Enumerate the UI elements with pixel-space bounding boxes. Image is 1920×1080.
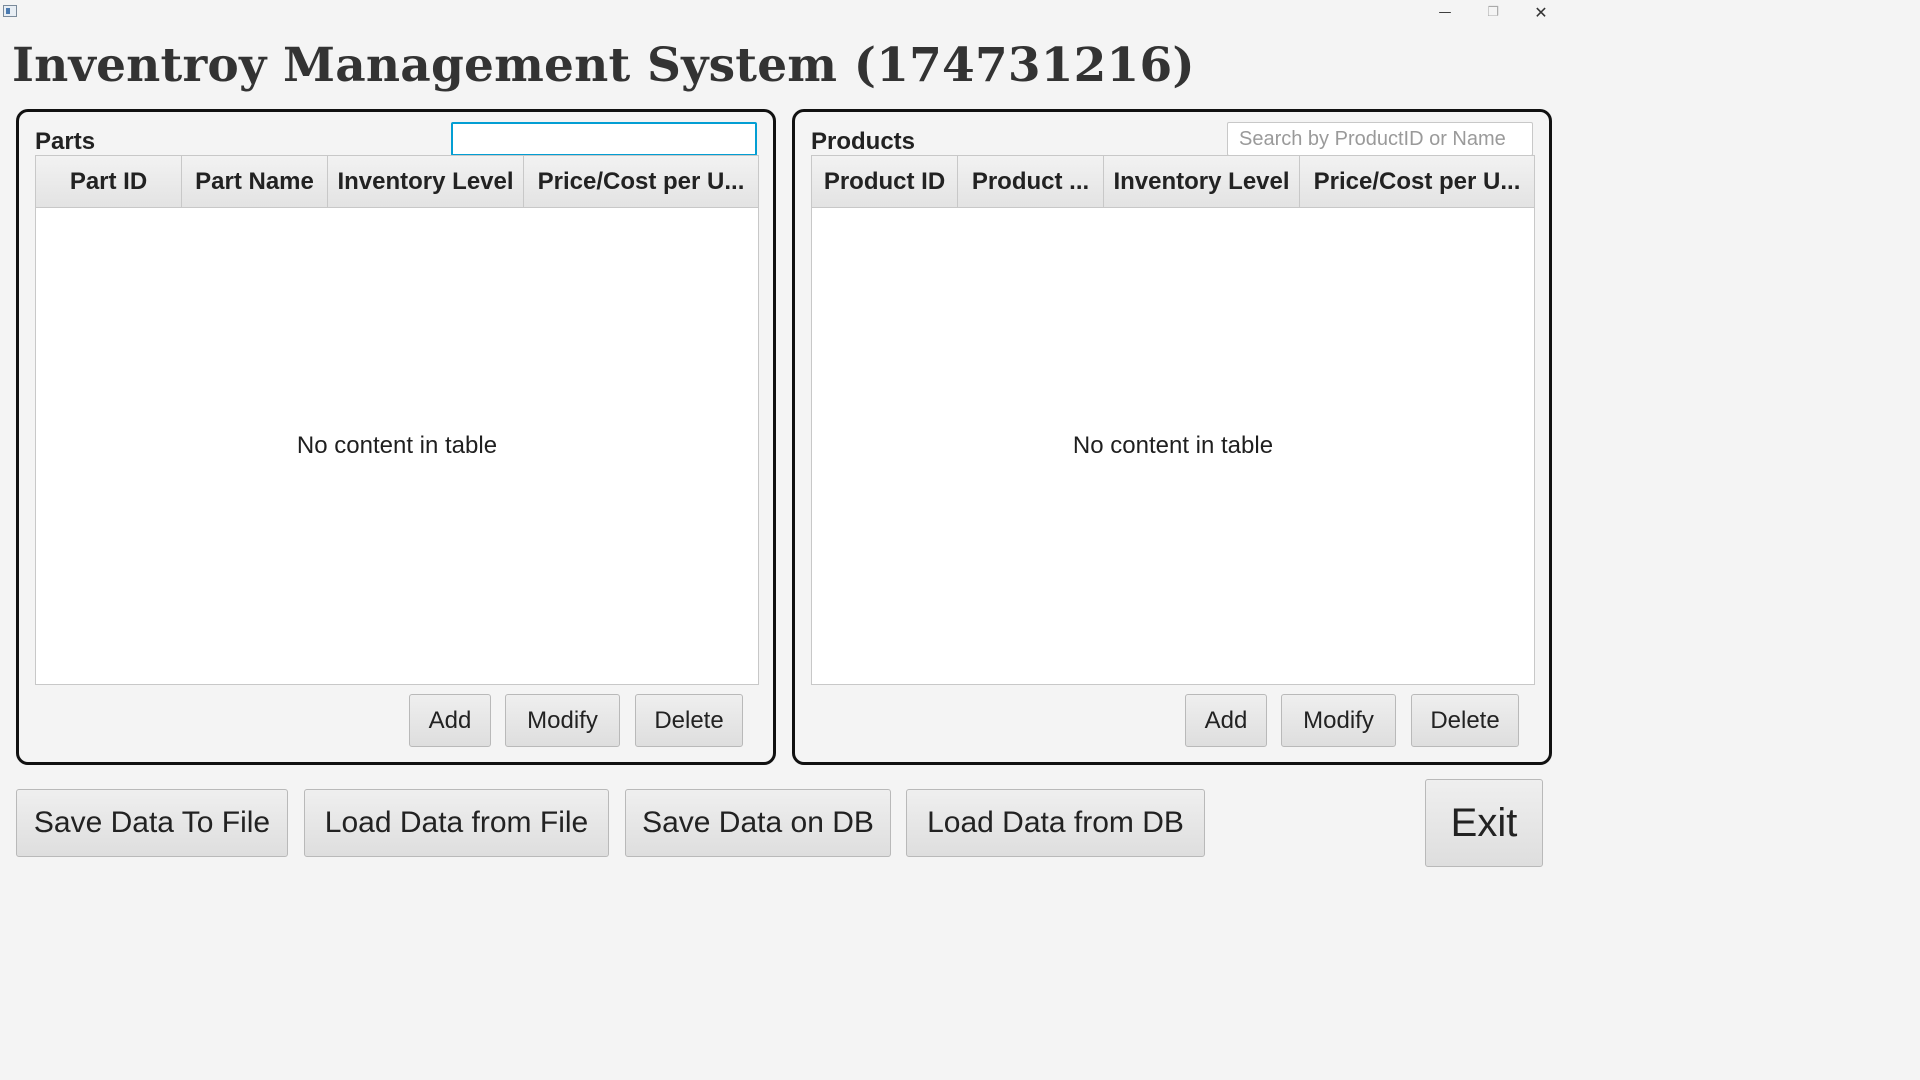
column-header-price-cost[interactable]: Price/Cost per U... — [1300, 156, 1534, 207]
products-panel: Products Product ID Product ... Inventor… — [792, 109, 1552, 765]
column-header-part-id[interactable]: Part ID — [36, 156, 182, 207]
exit-button[interactable]: Exit — [1425, 779, 1543, 867]
column-header-inventory-level[interactable]: Inventory Level — [1104, 156, 1300, 207]
column-header-product-id[interactable]: Product ID — [812, 156, 958, 207]
app-title: Inventroy Management System (174731216) — [12, 38, 1195, 93]
products-label: Products — [811, 128, 916, 155]
products-table[interactable]: Product ID Product ... Inventory Level P… — [811, 155, 1535, 685]
window-titlebar: — ❐ ✕ — [0, 0, 1568, 24]
parts-table[interactable]: Part ID Part Name Inventory Level Price/… — [35, 155, 759, 685]
app-icon — [3, 5, 17, 17]
close-icon[interactable]: ✕ — [1518, 0, 1564, 24]
products-add-button[interactable]: Add — [1185, 694, 1267, 747]
parts-add-button[interactable]: Add — [409, 694, 491, 747]
load-data-from-file-button[interactable]: Load Data from File — [304, 789, 609, 857]
load-data-from-db-button[interactable]: Load Data from DB — [906, 789, 1205, 857]
save-data-on-db-button[interactable]: Save Data on DB — [625, 789, 891, 857]
maximize-icon[interactable]: ❐ — [1470, 0, 1516, 24]
parts-empty-message: No content in table — [296, 432, 498, 459]
products-search-input[interactable] — [1227, 122, 1533, 156]
save-data-to-file-button[interactable]: Save Data To File — [16, 789, 288, 857]
parts-table-header: Part ID Part Name Inventory Level Price/… — [36, 156, 758, 208]
parts-delete-button[interactable]: Delete — [635, 694, 743, 747]
minimize-icon[interactable]: — — [1422, 0, 1468, 24]
products-modify-button[interactable]: Modify — [1281, 694, 1396, 747]
products-delete-button[interactable]: Delete — [1411, 694, 1519, 747]
column-header-inventory-level[interactable]: Inventory Level — [328, 156, 524, 207]
parts-panel: Parts Part ID Part Name Inventory Level … — [16, 109, 776, 765]
parts-modify-button[interactable]: Modify — [505, 694, 620, 747]
column-header-price-cost[interactable]: Price/Cost per U... — [524, 156, 758, 207]
parts-search-input[interactable] — [451, 122, 757, 156]
column-header-product-name[interactable]: Product ... — [958, 156, 1104, 207]
column-header-part-name[interactable]: Part Name — [182, 156, 328, 207]
products-table-header: Product ID Product ... Inventory Level P… — [812, 156, 1534, 208]
products-empty-message: No content in table — [1072, 432, 1274, 459]
parts-label: Parts — [35, 128, 96, 155]
